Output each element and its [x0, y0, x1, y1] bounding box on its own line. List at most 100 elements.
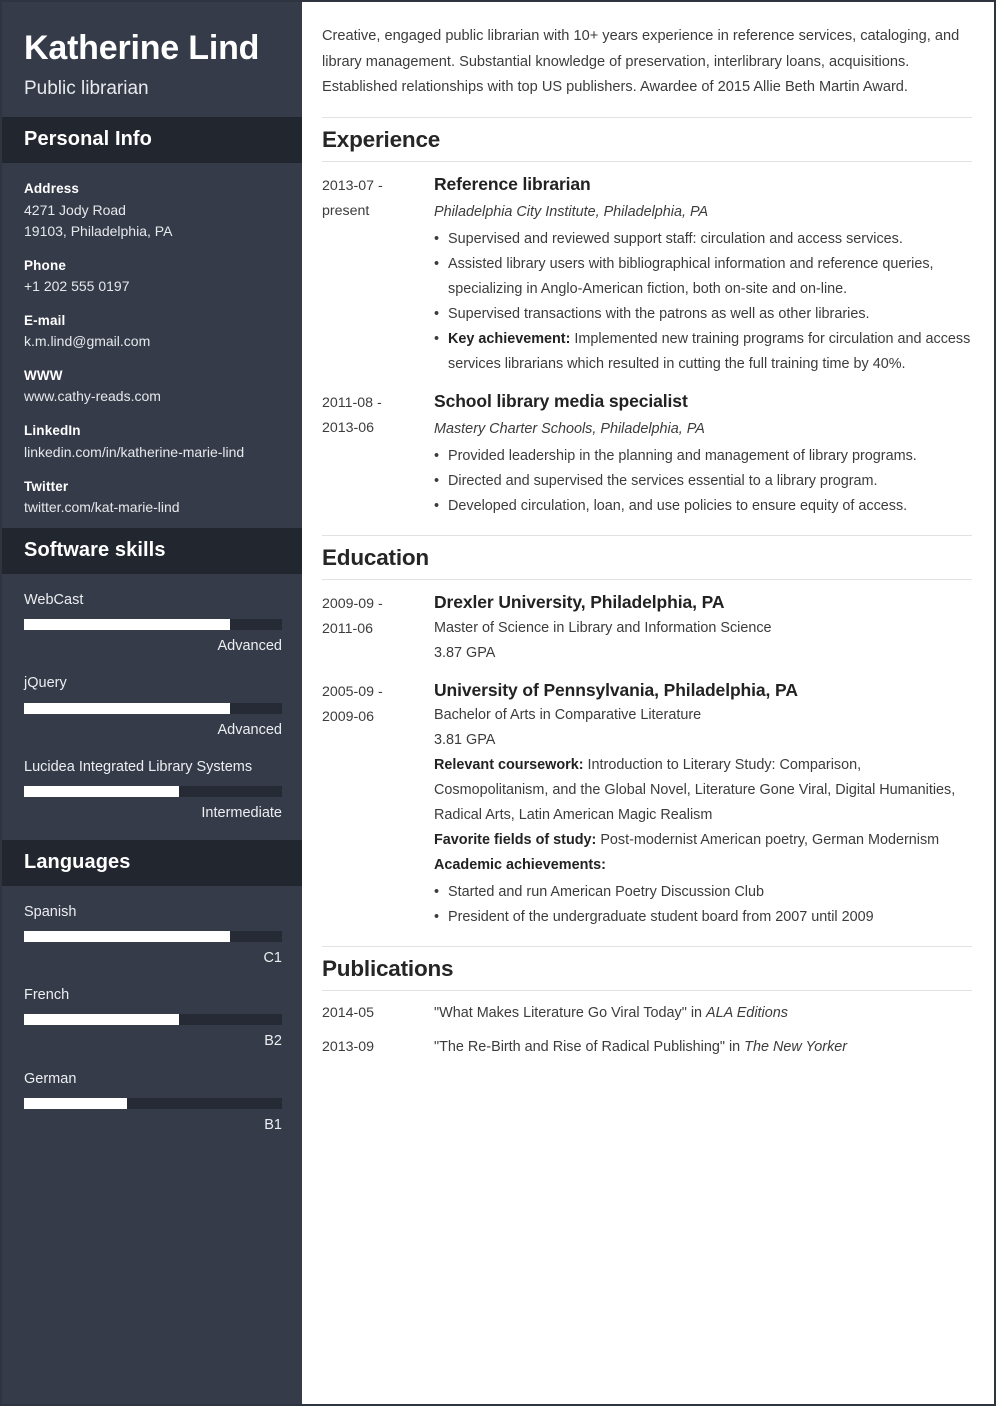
skill-level: Advanced	[217, 721, 283, 738]
language-meter-fill	[24, 1014, 179, 1026]
entry-date-from: 2005-09 -	[322, 683, 383, 700]
language-name: German	[24, 1070, 77, 1087]
experience-entry: 2011-08 - 2013-06 School library media s…	[322, 389, 972, 519]
bullet-text: Started and run American Poetry Discussi…	[448, 884, 764, 900]
contact-value[interactable]: twitter.com/kat-marie-lind	[24, 497, 282, 518]
languages-list: Spanish C1 French B2 German B1	[2, 886, 302, 1152]
entry-title: University of Pennsylvania, Philadelphia…	[434, 679, 798, 700]
publication-date: 2014-05	[322, 1005, 375, 1021]
language-item-french: French B2	[24, 985, 282, 1052]
favorite-fields-value: Post-modernist American poetry, German M…	[596, 832, 940, 848]
contact-value-line2: 19103, Philadelphia, PA	[24, 222, 173, 239]
contact-label: Twitter	[24, 478, 69, 494]
resume-page: Katherine Lind Public librarian Personal…	[0, 0, 996, 1406]
entry-bullets: Provided leadership in the planning and …	[434, 444, 972, 519]
skill-meter-fill	[24, 702, 231, 714]
entry-date-to: present	[322, 202, 370, 219]
entry-title: Drexler University, Philadelphia, PA	[434, 592, 725, 613]
language-name: Spanish	[24, 903, 77, 920]
skill-meter-track	[24, 702, 282, 714]
section-heading-experience: Experience	[322, 116, 972, 162]
skill-level: Intermediate	[201, 805, 282, 822]
language-name: French	[24, 987, 70, 1004]
bullet-text: Supervised and reviewed support staff: c…	[448, 230, 903, 247]
entry-date-to: 2013-06	[322, 419, 375, 436]
entry-achievements-label: Academic achievements:	[434, 853, 972, 878]
personal-info-list: Address 4271 Jody Road 19103, Philadelph…	[2, 163, 302, 528]
bullet-text: Supervised transactions with the patrons…	[448, 305, 870, 322]
skill-name: Lucidea Integrated Library Systems	[24, 758, 253, 775]
language-meter-track	[24, 1098, 282, 1110]
contact-value[interactable]: linkedin.com/in/katherine-marie-lind	[24, 442, 282, 463]
software-skills-list: WebCast Advanced jQuery Advanced Lucidea…	[2, 574, 302, 840]
experience-entries: 2013-07 - present Reference librarian Ph…	[322, 162, 972, 520]
section-heading-personal-info: Personal Info	[2, 117, 302, 164]
publication-venue: The New Yorker	[744, 1039, 848, 1055]
entry-degree: Bachelor of Arts in Comparative Literatu…	[434, 707, 702, 723]
contact-label: WWW	[24, 368, 63, 384]
education-section: Education 2009-09 - 2011-06 Drexler Univ…	[322, 535, 972, 930]
entry-body: School library media specialist Mastery …	[434, 389, 972, 519]
entry-date-to: 2009-06	[322, 708, 375, 725]
language-meter-track	[24, 1014, 282, 1026]
bullet-emphasis: Key achievement:	[448, 330, 571, 347]
publication-text: "What Makes Literature Go Viral Today" i…	[434, 1001, 972, 1026]
language-meter-fill	[24, 930, 231, 942]
language-item-spanish: Spanish C1	[24, 902, 282, 969]
list-item: Developed circulation, loan, and use pol…	[434, 494, 972, 519]
entry-title: School library media specialist	[434, 390, 688, 411]
language-level: C1	[263, 949, 282, 966]
section-heading-education: Education	[322, 535, 972, 581]
sidebar: Katherine Lind Public librarian Personal…	[2, 2, 302, 1404]
entry-date-from: 2013-07 -	[322, 177, 383, 194]
language-meter-fill	[24, 1098, 128, 1110]
contact-item-address: Address 4271 Jody Road 19103, Philadelph…	[24, 179, 282, 241]
skill-meter-track	[24, 786, 282, 798]
entry-title: Reference librarian	[434, 173, 591, 194]
entry-date-from: 2011-08 -	[322, 394, 382, 411]
publication-date: 2013-09	[322, 1039, 375, 1055]
entry-body: Reference librarian Philadelphia City In…	[434, 172, 972, 377]
section-heading-publications: Publications	[322, 946, 972, 991]
entry-favorite-fields: Favorite fields of study: Post-modernist…	[434, 828, 972, 853]
language-meter-track	[24, 930, 282, 942]
coursework-label: Relevant coursework:	[434, 757, 584, 773]
language-item-german: German B1	[24, 1069, 282, 1136]
job-title: Public librarian	[24, 78, 149, 100]
entry-date: 2009-09 - 2011-06	[322, 590, 434, 642]
professional-summary: Creative, engaged public librarian with …	[322, 28, 960, 95]
bullet-text: President of the undergraduate student b…	[448, 909, 874, 925]
entry-date-to: 2011-06	[322, 621, 374, 638]
entry-achievement-bullets: Started and run American Poetry Discussi…	[434, 880, 972, 930]
experience-section: Experience 2013-07 - present Reference l…	[322, 116, 972, 520]
contact-item-www: WWW www.cathy-reads.com	[24, 366, 282, 407]
skill-name: jQuery	[24, 675, 67, 692]
list-item: Directed and supervised the services ess…	[434, 469, 972, 494]
contact-item-phone: Phone +1 202 555 0197	[24, 256, 282, 297]
skill-item-lucidea: Lucidea Integrated Library Systems Inter…	[24, 757, 282, 824]
contact-item-email: E-mail k.m.lind@gmail.com	[24, 311, 282, 352]
experience-entry: 2013-07 - present Reference librarian Ph…	[322, 172, 972, 377]
contact-label: Address	[24, 181, 80, 197]
skill-meter-fill	[24, 619, 231, 631]
contact-value: +1 202 555 0197	[24, 277, 130, 294]
contact-label: E-mail	[24, 312, 66, 328]
contact-value[interactable]: www.cathy-reads.com	[24, 386, 282, 407]
education-entries: 2009-09 - 2011-06 Drexler University, Ph…	[322, 580, 972, 930]
entry-body: University of Pennsylvania, Philadelphia…	[434, 678, 972, 930]
entry-body: Drexler University, Philadelphia, PA Mas…	[434, 590, 972, 665]
skill-level: Advanced	[217, 638, 283, 655]
entry-organization: Philadelphia City Institute, Philadelphi…	[434, 203, 709, 220]
bullet-text: Directed and supervised the services ess…	[448, 473, 878, 490]
publication-text: "The Re-Birth and Rise of Radical Publis…	[434, 1035, 972, 1060]
contact-value[interactable]: k.m.lind@gmail.com	[24, 331, 282, 352]
entry-date: 2005-09 - 2009-06	[322, 678, 434, 730]
list-item: Key achievement: Implemented new trainin…	[434, 327, 972, 377]
contact-value: 4271 Jody Road	[24, 201, 126, 218]
publication-entry: 2014-05 "What Makes Literature Go Viral …	[322, 1001, 972, 1026]
publication-entry: 2013-09 "The Re-Birth and Rise of Radica…	[322, 1035, 972, 1060]
entry-bullets: Supervised and reviewed support staff: c…	[434, 227, 972, 377]
contact-label: LinkedIn	[24, 423, 81, 439]
entry-organization: Mastery Charter Schools, Philadelphia, P…	[434, 421, 705, 438]
publication-venue: ALA Editions	[706, 1005, 788, 1021]
